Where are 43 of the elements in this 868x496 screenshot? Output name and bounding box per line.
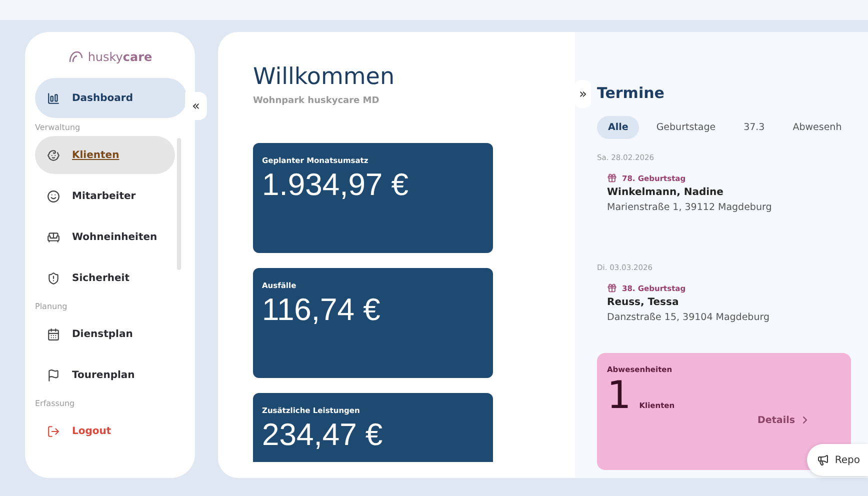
stat-value: 116,74 €	[262, 292, 382, 328]
section-label: Planung	[35, 301, 68, 313]
event-address: Marienstraße 1, 39112 Magdeburg	[607, 202, 773, 213]
gift-icon	[607, 173, 617, 183]
event-address: Danzstraße 15, 39104 Magdeburg	[607, 312, 771, 323]
stat-value: 1.934,97 €	[262, 167, 410, 203]
stat-value: 234,47 €	[262, 417, 384, 453]
logo: huskycare	[35, 50, 185, 64]
gift-icon	[607, 283, 617, 293]
logout-icon	[47, 424, 60, 438]
nav-item[interactable]: Dashboard	[35, 78, 187, 118]
megaphone-icon	[816, 454, 829, 466]
section-label: Erfassung	[35, 398, 76, 410]
nav-item[interactable]: Sicherheit	[35, 259, 175, 297]
event-name: Winkelmann, Nadine	[607, 187, 724, 198]
shield-icon	[47, 272, 60, 284]
page-title: Willkommen	[253, 64, 396, 90]
filter-tab[interactable]: Abwesenh	[782, 116, 853, 139]
nav-item[interactable]: Klienten	[35, 136, 175, 174]
nav-item[interactable]: Dienstplan	[35, 315, 175, 353]
sofa-icon	[47, 230, 60, 244]
chart-icon	[47, 92, 60, 104]
event-name: Reuss, Tessa	[607, 297, 680, 308]
flag-icon	[47, 368, 60, 382]
details-link[interactable]: Details	[758, 414, 811, 426]
filter-tab[interactable]: 37.3	[732, 116, 776, 139]
section-label: Verwaltung	[35, 122, 82, 134]
nav-item[interactable]: Mitarbeiter	[35, 177, 175, 215]
filter-tab[interactable]: Alle	[597, 116, 640, 139]
expand-button[interactable]: »	[575, 80, 591, 108]
page-subtitle: Wohnpark huskycare MD	[253, 96, 380, 106]
smiley-icon	[47, 190, 60, 202]
collapse-button[interactable]: «	[185, 92, 207, 120]
absence-count: 1	[607, 376, 632, 414]
nav-item[interactable]: Wohneinheiten	[35, 218, 175, 256]
husky-logo-icon	[68, 50, 84, 64]
panel-title: Termine	[597, 84, 666, 102]
report-button[interactable]: Repo	[806, 444, 868, 476]
filter-tab[interactable]: Geburtstage	[645, 116, 727, 139]
baby-face-icon	[47, 148, 60, 162]
calendar-icon	[47, 328, 60, 340]
nav-item[interactable]: Tourenplan	[35, 356, 175, 394]
nav-item[interactable]: Logout	[35, 412, 175, 450]
